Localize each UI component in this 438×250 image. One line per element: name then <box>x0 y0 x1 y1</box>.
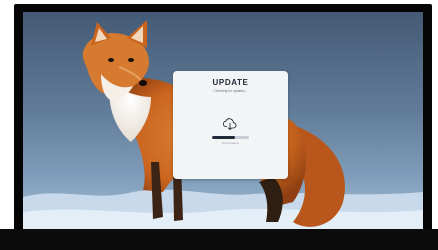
progress-label: Downloading <box>221 141 240 145</box>
screen-bottom-bezel <box>0 229 438 250</box>
update-progress-bar <box>212 136 249 139</box>
dialog-subtitle: Checking for updates... <box>213 89 248 93</box>
cloud-download-icon <box>222 118 237 130</box>
update-dialog: UPDATE Checking for updates... Downloadi… <box>173 71 288 179</box>
progress-fill <box>212 136 235 139</box>
dialog-title: UPDATE <box>212 78 249 87</box>
desktop-wallpaper: UPDATE Checking for updates... Downloadi… <box>23 12 423 232</box>
monitor-frame: UPDATE Checking for updates... Downloadi… <box>14 4 432 242</box>
